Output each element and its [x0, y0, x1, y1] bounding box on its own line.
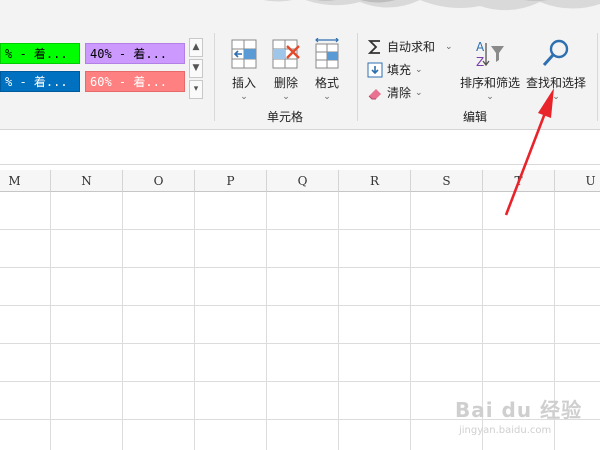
chevron-down-icon: ⌄ — [445, 42, 453, 52]
format-label: 格式 — [314, 76, 339, 90]
column-header-M[interactable]: M — [0, 170, 51, 192]
editing-group-label: 编辑 — [463, 110, 488, 124]
sigma-icon — [367, 40, 380, 54]
format-cells-icon — [315, 38, 339, 69]
watermark-url: jingyan.baidu.com — [459, 425, 552, 436]
grid-line — [338, 192, 339, 450]
grid-line — [0, 229, 600, 230]
svg-text:A: A — [476, 40, 485, 54]
magnifier-icon — [542, 39, 569, 67]
column-header-Q[interactable]: Q — [267, 170, 339, 192]
grid-line — [50, 192, 51, 450]
cell-style-accent4-40pct[interactable]: 40% - 着... — [85, 43, 185, 64]
group-separator — [357, 33, 358, 121]
column-header-U[interactable]: U — [555, 170, 600, 192]
gallery-scroll-up-button[interactable]: ▲ — [189, 38, 203, 57]
grid-line — [0, 343, 600, 344]
delete-button[interactable]: 删除 ⌄ — [265, 36, 307, 102]
chevron-down-icon: ⌄ — [323, 92, 331, 102]
delete-label: 删除 — [273, 76, 298, 90]
column-header-R[interactable]: R — [339, 170, 411, 192]
find-select-button[interactable]: 查找和选择 ⌄ — [523, 36, 589, 102]
grid-line — [266, 192, 267, 450]
grid-line — [194, 192, 195, 450]
chevron-down-icon: ⌄ — [552, 92, 560, 102]
chevron-down-icon: ⌄ — [486, 92, 494, 102]
format-button[interactable]: 格式 ⌄ — [306, 36, 348, 102]
column-header-O[interactable]: O — [123, 170, 195, 192]
sort-filter-button[interactable]: A Z 排序和筛选 ⌄ — [457, 36, 523, 102]
grid-line — [410, 192, 411, 450]
gallery-scroll-down-button[interactable]: ▼ — [189, 59, 203, 78]
grid-line — [0, 305, 600, 306]
insert-label: 插入 — [231, 76, 256, 90]
sort-filter-icon: A Z — [476, 40, 504, 69]
group-separator — [597, 33, 598, 121]
chevron-down-icon: ⌄ — [282, 92, 290, 102]
fill-down-icon — [367, 62, 383, 78]
grid-line — [122, 192, 123, 450]
ribbon: % - 着... 40% - 着... % - 着... 60% - 着... … — [0, 0, 600, 130]
cell-style-accent2-60pct[interactable]: 60% - 着... — [85, 71, 185, 92]
grid-line — [0, 267, 600, 268]
cell-style-accent6-20pct[interactable]: % - 着... — [0, 43, 80, 64]
insert-button[interactable]: 插入 ⌄ — [222, 36, 266, 102]
clear-label: 清除 — [387, 86, 412, 100]
group-separator — [214, 33, 215, 121]
autosum-button[interactable]: 自动求和 ⌄ — [367, 37, 457, 57]
cell-style-accent1-60pct[interactable]: % - 着... — [0, 71, 80, 92]
sort-filter-label: 排序和筛选 — [459, 76, 520, 90]
autosum-label: 自动求和 — [387, 40, 436, 54]
clear-button[interactable]: 清除 ⌄ — [367, 83, 427, 103]
column-header-T[interactable]: T — [483, 170, 555, 192]
column-header-N[interactable]: N — [51, 170, 123, 192]
column-header-P[interactable]: P — [195, 170, 267, 192]
watermark-brand: Bai du 经验 — [455, 398, 583, 422]
gallery-more-button[interactable]: ▾ — [189, 80, 203, 99]
insert-cells-icon — [231, 39, 257, 69]
grid-line — [0, 381, 600, 382]
formula-bar-area[interactable] — [0, 130, 600, 165]
chevron-down-icon: ⌄ — [415, 88, 423, 98]
column-header-S[interactable]: S — [411, 170, 483, 192]
chevron-down-icon: ⌄ — [415, 65, 423, 75]
delete-cells-icon — [272, 39, 300, 69]
ribbon-background-art — [263, 0, 600, 11]
eraser-icon — [368, 89, 381, 100]
find-select-label: 查找和选择 — [525, 76, 586, 90]
chevron-down-icon: ⌄ — [240, 92, 248, 102]
fill-button[interactable]: 填充 ⌄ — [367, 60, 427, 80]
fill-label: 填充 — [387, 63, 412, 77]
baidu-watermark: Bai du 经验 jingyan.baidu.com — [455, 394, 582, 436]
cells-group-label: 单元格 — [267, 110, 304, 124]
